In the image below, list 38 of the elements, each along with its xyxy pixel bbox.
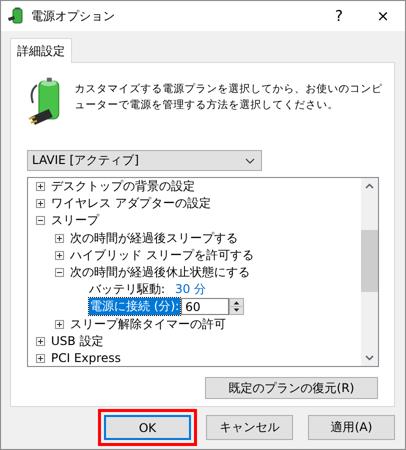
help-button[interactable]: ? <box>317 1 361 31</box>
tree-item[interactable]: スリープ <box>51 212 99 230</box>
chevron-down-icon <box>245 158 255 164</box>
collapse-icon[interactable] <box>55 268 64 278</box>
description-text: カスタマイズする電源プランを選択してから、お使いのコンピューターで電源を管理する方法を選択してください。 <box>74 82 384 113</box>
plan-dropdown[interactable]: LAVIE [アクティブ] <box>27 150 262 171</box>
tree-item[interactable]: USB 設定 <box>51 332 104 350</box>
tree-item[interactable]: ワイヤレス アダプターの設定 <box>51 195 211 212</box>
close-button[interactable]: × <box>361 1 405 31</box>
expand-icon[interactable] <box>36 354 45 363</box>
tree-item[interactable]: ハイブリッド スリープを許可する <box>70 246 254 264</box>
collapse-icon[interactable] <box>36 216 45 226</box>
tab[interactable]: 詳細設定 <box>10 38 72 63</box>
tree-item[interactable]: スリープ解除タイマーの許可 <box>70 316 226 333</box>
restore-defaults-button[interactable]: 既定のプランの復元(R) <box>205 377 378 399</box>
scrollbar[interactable] <box>361 178 378 366</box>
setting-label[interactable]: 電源に接続 (分): <box>89 298 180 316</box>
expand-icon[interactable] <box>55 320 64 329</box>
expand-icon[interactable] <box>36 336 45 346</box>
minutes-field[interactable]: 60 <box>181 298 230 316</box>
scrollbar-thumb[interactable] <box>361 230 378 292</box>
spin-buttons[interactable] <box>229 298 244 316</box>
expand-icon[interactable] <box>55 234 64 243</box>
tree-item[interactable]: デスクトップの背景の設定 <box>51 178 195 196</box>
setting-value[interactable]: 30 分 <box>175 281 206 298</box>
tree-item[interactable]: 次の時間が経過後休止状態にする <box>70 264 250 282</box>
window-title: 電源オプション <box>31 8 116 24</box>
expand-icon[interactable] <box>55 250 64 260</box>
setting-label[interactable]: バッテリ駆動: <box>89 281 166 298</box>
settings-tree[interactable]: デスクトップの背景の設定 ワイヤレス アダプターの設定 スリープ 次の時間が経過後スリープする ハイブリッド スリープを許可する 次の時間が経過後休止状態にする バッテリ駆動: 30 分 電源に接続 (分): 60 スリープ解除タイマーの許可 USB 設定 PCI Express <box>27 177 379 367</box>
dialog-button[interactable]: OK <box>104 415 191 440</box>
dialog-button[interactable]: キャンセル <box>206 415 293 440</box>
tree-item[interactable]: PCI Express <box>51 351 121 366</box>
expand-icon[interactable] <box>36 199 45 208</box>
tree-item[interactable]: 次の時間が経過後スリープする <box>70 230 238 247</box>
expand-icon[interactable] <box>36 182 45 192</box>
battery-plug-icon <box>7 7 25 25</box>
dialog-button[interactable]: 適用(A) <box>308 415 395 440</box>
